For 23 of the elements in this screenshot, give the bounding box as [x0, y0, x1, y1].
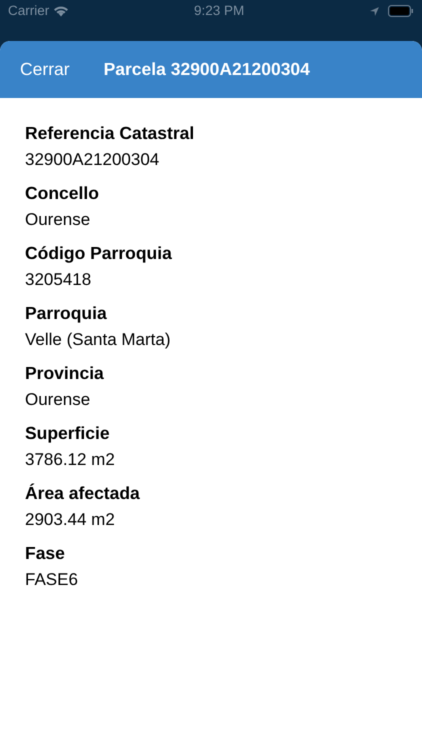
location-icon	[368, 6, 380, 16]
field-label: Superficie	[25, 422, 110, 445]
close-button[interactable]: Cerrar	[20, 56, 70, 83]
field-value: FASE6	[25, 569, 78, 591]
field-label: Concello	[25, 182, 99, 205]
sheet-title: Parcela 32900A21200304	[104, 58, 310, 82]
field-value: Ourense	[25, 209, 90, 231]
field-label: Referencia Catastral	[25, 122, 194, 145]
field-label: Fase	[25, 542, 65, 565]
status-time: 9:23 PM	[194, 2, 244, 20]
field-label: Provincia	[25, 362, 104, 385]
carrier-label: Carrier	[8, 2, 50, 20]
field-value: Ourense	[25, 389, 90, 411]
field-value: Velle (Santa Marta)	[25, 329, 171, 351]
field-label: Código Parroquia	[25, 242, 172, 265]
field-value: 32900A21200304	[25, 149, 160, 171]
field-value: 3205418	[25, 269, 92, 291]
battery-icon	[388, 5, 414, 17]
field-value: 3786.12 m2	[25, 449, 115, 471]
field-value: 2903.44 m2	[25, 509, 115, 531]
field-label: Área afectada	[25, 482, 140, 505]
wifi-icon	[53, 5, 70, 17]
field-label: Parroquia	[25, 302, 107, 325]
